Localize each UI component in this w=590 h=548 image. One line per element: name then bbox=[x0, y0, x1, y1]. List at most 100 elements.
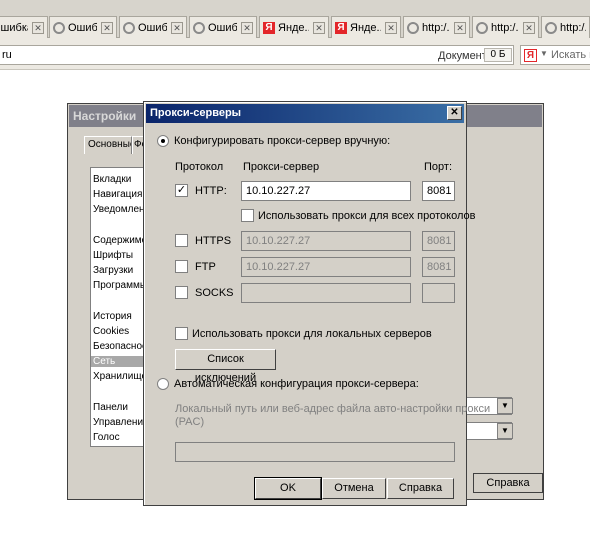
tab-error-4[interactable]: Ошибка ✕ bbox=[189, 16, 257, 38]
use-for-all-checkbox[interactable] bbox=[241, 209, 254, 222]
tab-label: Янде... bbox=[278, 21, 309, 34]
tab-label: Ошибка bbox=[68, 21, 97, 34]
https-port-input[interactable]: 8081 bbox=[422, 231, 455, 251]
address-bar[interactable]: ru Документ: 0 Б bbox=[0, 45, 514, 65]
tab-label: http:/... bbox=[422, 21, 450, 34]
https-label: HTTPS bbox=[195, 235, 232, 247]
yandex-icon: Я bbox=[335, 21, 347, 34]
http-label: HTTP: bbox=[195, 185, 227, 197]
tab-label: Ошибка bbox=[208, 21, 237, 34]
tab-label: http:/... bbox=[491, 21, 519, 34]
settings-help-button[interactable]: Справка bbox=[473, 473, 543, 493]
auto-proxy-label: Автоматическая конфигурация прокси-серве… bbox=[174, 378, 419, 390]
list-item[interactable]: Уведомлени bbox=[93, 204, 149, 215]
socks-server-input[interactable] bbox=[241, 283, 411, 303]
search-placeholder: Искать в bbox=[551, 49, 590, 61]
manual-proxy-radio[interactable] bbox=[157, 135, 169, 147]
loading-circle-icon bbox=[476, 21, 488, 34]
server-column-header: Прокси-сервер bbox=[243, 161, 320, 173]
tab-error-3[interactable]: Ошибка ✕ bbox=[119, 16, 187, 38]
yandex-icon: Я bbox=[263, 21, 275, 34]
close-icon[interactable]: ✕ bbox=[523, 21, 535, 34]
https-server-input[interactable]: 10.10.227.27 bbox=[241, 231, 411, 251]
tab-error-1[interactable]: Ошибка ✕ bbox=[0, 16, 48, 38]
http-checkbox[interactable]: ✓ bbox=[175, 184, 188, 197]
ftp-server-input[interactable]: 10.10.227.27 bbox=[241, 257, 411, 277]
list-item-selected[interactable]: Сеть bbox=[91, 356, 149, 367]
http-port-input[interactable]: 8081 bbox=[422, 181, 455, 201]
close-icon[interactable]: ✕ bbox=[447, 106, 462, 120]
tab-label: http:/... bbox=[560, 21, 586, 34]
ftp-label: FTP bbox=[195, 261, 216, 273]
chevron-down-icon[interactable]: ▼ bbox=[497, 398, 513, 414]
close-icon[interactable]: ✕ bbox=[313, 21, 325, 34]
list-item[interactable]: Навигация bbox=[93, 189, 142, 200]
list-item[interactable]: Управление bbox=[93, 417, 149, 428]
tab-yandex-1[interactable]: Я Янде... ✕ bbox=[259, 16, 329, 38]
loading-circle-icon bbox=[193, 21, 205, 34]
close-icon[interactable]: ✕ bbox=[32, 21, 44, 34]
document-size-label: Документ: bbox=[438, 50, 490, 62]
close-icon[interactable]: ✕ bbox=[241, 21, 253, 34]
tab-yandex-2[interactable]: Я Янде... ✕ bbox=[331, 16, 401, 38]
port-column-header: Порт: bbox=[424, 161, 452, 173]
http-server-input[interactable]: 10.10.227.27 bbox=[241, 181, 411, 201]
list-item[interactable]: Панели bbox=[93, 402, 128, 413]
cancel-button[interactable]: Отмена bbox=[322, 478, 386, 499]
list-item[interactable]: Cookies bbox=[93, 326, 129, 337]
tab-label: Ошибка bbox=[0, 21, 28, 34]
list-item[interactable]: Голос bbox=[93, 432, 120, 443]
list-item[interactable]: Хранилище bbox=[93, 371, 147, 382]
tab-basic[interactable]: Основные bbox=[84, 136, 132, 154]
use-for-local-checkbox[interactable] bbox=[175, 327, 188, 340]
close-icon[interactable]: ✕ bbox=[101, 21, 113, 34]
tab-error-2[interactable]: Ошибка ✕ bbox=[49, 16, 117, 38]
ftp-checkbox[interactable] bbox=[175, 260, 188, 273]
tab-label: Ошибка bbox=[138, 21, 167, 34]
tab-http-3[interactable]: http:/... bbox=[541, 16, 590, 38]
dialog-title-bar: Прокси-серверы ✕ bbox=[146, 104, 464, 123]
list-item[interactable]: История bbox=[93, 311, 132, 322]
exceptions-button[interactable]: Список исключений bbox=[175, 349, 276, 384]
manual-proxy-label: Конфигурировать прокси-сервер вручную: bbox=[174, 135, 391, 147]
socks-label: SOCKS bbox=[195, 287, 234, 299]
navigation-toolbar: ru Документ: 0 Б Я ▼ Искать в bbox=[0, 38, 590, 70]
address-text: ru bbox=[2, 49, 12, 61]
chevron-down-icon[interactable]: ▼ bbox=[497, 423, 513, 439]
search-input[interactable]: Я ▼ Искать в bbox=[520, 45, 590, 65]
use-for-all-label: Использовать прокси для всех протоколов bbox=[258, 210, 476, 222]
yandex-search-icon[interactable]: Я bbox=[524, 49, 537, 62]
loading-circle-icon bbox=[123, 21, 135, 34]
tab-http-2[interactable]: http:/... ✕ bbox=[472, 16, 539, 38]
tab-strip: Ошибка ✕ Ошибка ✕ Ошибка ✕ Ошибка ✕ Я Ян… bbox=[0, 0, 590, 38]
dropdown-arrow-icon[interactable]: ▼ bbox=[540, 49, 548, 58]
proxy-dialog: Прокси-серверы ✕ Конфигурировать прокси-… bbox=[143, 101, 490, 506]
document-size-value: 0 Б bbox=[484, 48, 512, 62]
use-for-local-label: Использовать прокси для локальных сервер… bbox=[192, 328, 432, 340]
pac-hint-line-1: Локальный путь или веб-адрес файла авто-… bbox=[175, 403, 491, 415]
pac-hint-line-2: (PAC) bbox=[175, 416, 205, 428]
close-icon[interactable]: ✕ bbox=[454, 21, 466, 34]
loading-circle-icon bbox=[545, 21, 557, 34]
ok-button[interactable]: OK bbox=[254, 477, 322, 500]
loading-circle-icon bbox=[53, 21, 65, 34]
tab-http-1[interactable]: http:/... ✕ bbox=[403, 16, 470, 38]
list-item[interactable]: Программы bbox=[93, 280, 147, 291]
loading-circle-icon bbox=[407, 21, 419, 34]
help-button[interactable]: Справка bbox=[387, 478, 454, 499]
socks-port-input[interactable] bbox=[422, 283, 455, 303]
dialog-title: Прокси-серверы bbox=[150, 107, 242, 119]
list-item[interactable]: Безопасност bbox=[93, 341, 149, 352]
socks-checkbox[interactable] bbox=[175, 286, 188, 299]
ftp-port-input[interactable]: 8081 bbox=[422, 257, 455, 277]
settings-category-list: Вкладки Навигация Уведомлени Содержимое … bbox=[90, 167, 150, 447]
https-checkbox[interactable] bbox=[175, 234, 188, 247]
pac-url-input[interactable] bbox=[175, 442, 455, 462]
list-item[interactable]: Вкладки bbox=[93, 174, 131, 185]
list-item[interactable]: Шрифты bbox=[93, 250, 133, 261]
auto-proxy-radio[interactable] bbox=[157, 378, 169, 390]
close-icon[interactable]: ✕ bbox=[385, 21, 397, 34]
list-item[interactable]: Содержимое bbox=[93, 235, 149, 246]
list-item[interactable]: Загрузки bbox=[93, 265, 133, 276]
close-icon[interactable]: ✕ bbox=[171, 21, 183, 34]
